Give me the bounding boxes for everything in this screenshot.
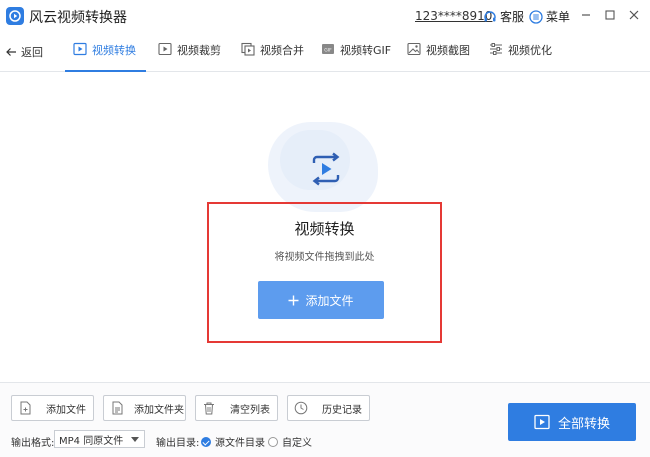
tab-label: 视频裁剪: [177, 44, 221, 57]
maximize-icon: [605, 10, 615, 20]
tab-video-screenshot[interactable]: 视频截图: [407, 42, 470, 72]
radio-source-dir[interactable]: 源文件目录: [201, 434, 265, 449]
svg-text:GIF: GIF: [324, 47, 332, 53]
plus-icon: [288, 295, 299, 305]
title-bar: 风云视频转换器 123****8910 客服 菜单: [0, 0, 650, 32]
tab-video-crop[interactable]: 视频裁剪: [158, 42, 221, 72]
tab-video-to-gif[interactable]: GIF 视频转GIF: [321, 42, 391, 72]
drop-zone-title: 视频转换: [294, 220, 355, 238]
gif-icon: GIF: [322, 44, 334, 54]
video-merge-icon: [241, 42, 255, 56]
history-button[interactable]: 历史记录: [287, 395, 370, 421]
menu-button[interactable]: 菜单: [529, 8, 570, 25]
convert-all-button[interactable]: 全部转换: [508, 403, 636, 441]
customer-service-button[interactable]: 客服: [483, 8, 524, 25]
minimize-button[interactable]: [577, 6, 595, 24]
menu-icon: [529, 9, 543, 24]
account-link[interactable]: 123****8910: [415, 9, 492, 23]
add-file-button[interactable]: 添加文件: [11, 395, 94, 421]
clock-icon: [294, 401, 308, 415]
radio-unchecked-icon: [268, 436, 278, 447]
maximize-button[interactable]: [601, 6, 619, 24]
folder-add-icon: [112, 401, 123, 415]
radio-checked-icon: [201, 436, 211, 447]
customer-service-label: 客服: [500, 10, 525, 24]
menu-label: 菜单: [546, 10, 571, 24]
tab-label: 视频合并: [260, 44, 304, 57]
add-file-main-label: 添加文件: [305, 293, 354, 308]
tab-label: 视频转换: [92, 44, 136, 57]
radio-custom-dir[interactable]: 自定义: [268, 434, 312, 449]
clear-list-button[interactable]: 清空列表: [195, 395, 278, 421]
file-add-icon: [20, 401, 31, 415]
back-button[interactable]: 返回: [5, 44, 43, 60]
video-crop-icon: [158, 42, 172, 56]
back-label: 返回: [21, 46, 43, 59]
tab-label: 视频转GIF: [340, 44, 392, 57]
convert-all-label: 全部转换: [557, 416, 610, 432]
output-format-select[interactable]: MP4 同原文件: [54, 430, 145, 448]
close-button[interactable]: [625, 6, 643, 24]
tab-video-optimize[interactable]: 视频优化: [489, 42, 552, 72]
sliders-icon: [490, 43, 502, 55]
app-title: 风云视频转换器: [29, 10, 127, 26]
add-folder-label: 添加文件夹: [134, 404, 184, 416]
clear-list-label: 清空列表: [230, 404, 270, 416]
arrow-left-icon: [6, 48, 16, 56]
radio-source-dir-label: 源文件目录: [215, 438, 265, 449]
feature-tab-bar: 返回 视频转换 视频裁剪 视频合并 GIF 视频转GIF 视频截图 视频优化: [0, 34, 650, 72]
add-folder-button[interactable]: 添加文件夹: [103, 395, 186, 421]
tab-label: 视频截图: [426, 44, 470, 57]
trash-icon: [204, 402, 214, 415]
output-format-label: 输出格式:: [11, 438, 55, 449]
drop-zone-hint: 将视频文件拖拽到此处: [274, 252, 375, 263]
tab-label: 视频优化: [508, 44, 552, 57]
video-convert-icon: [73, 42, 87, 56]
output-format-value: MP4 同原文件: [59, 435, 124, 447]
tab-video-merge[interactable]: 视频合并: [241, 42, 304, 72]
close-icon: [629, 10, 639, 20]
radio-custom-dir-label: 自定义: [282, 438, 312, 449]
video-convert-large-icon: [312, 152, 340, 186]
chevron-down-icon: [131, 437, 139, 442]
output-dir-label: 输出目录:: [156, 438, 200, 449]
screenshot-icon: [407, 42, 421, 56]
app-logo-icon: [6, 7, 24, 25]
tab-video-convert[interactable]: 视频转换: [65, 42, 146, 72]
add-file-main-button[interactable]: 添加文件: [258, 281, 384, 319]
history-label: 历史记录: [322, 404, 362, 416]
add-file-label: 添加文件: [46, 404, 86, 416]
play-box-icon: [534, 414, 550, 430]
headset-icon: [484, 10, 496, 21]
minimize-icon: [582, 14, 590, 16]
